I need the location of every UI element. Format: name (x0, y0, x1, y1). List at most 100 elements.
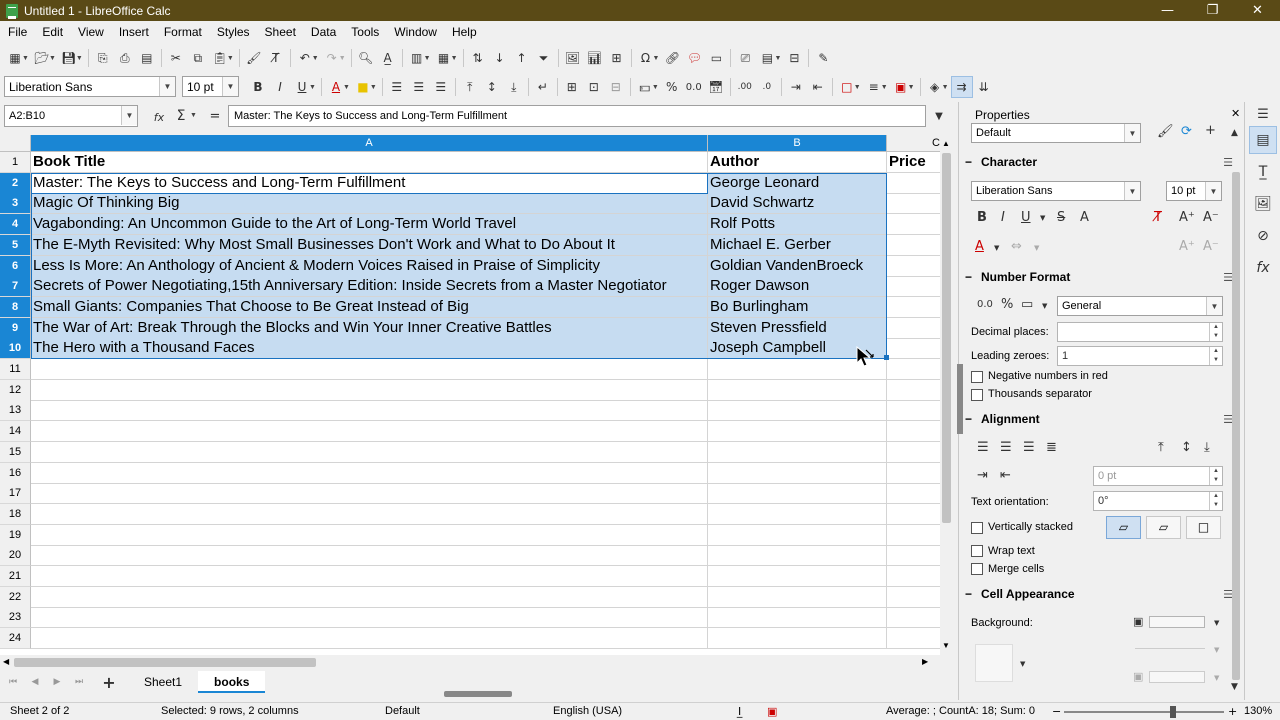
cell[interactable]: David Schwartz (708, 193, 887, 214)
vertical-scroll-thumb[interactable] (942, 153, 951, 523)
rotation-cell-button[interactable]: □ (1186, 516, 1221, 539)
indent-field[interactable]: 0 pt ▲ ▼ (1093, 466, 1223, 486)
cell[interactable] (887, 400, 940, 421)
scroll-up-icon[interactable]: ▲ (942, 139, 950, 148)
clear-formatting-icon[interactable]: T̸ (265, 47, 287, 69)
row-header[interactable]: 20 (0, 545, 31, 566)
column-header-c[interactable]: C (887, 135, 940, 152)
cell[interactable] (887, 607, 940, 628)
cell[interactable]: Rolf Potts (708, 214, 887, 235)
chevron-down-icon[interactable]: ▼ (309, 84, 316, 91)
cell[interactable] (887, 173, 940, 194)
chevron-down-icon[interactable]: ▼ (1205, 182, 1221, 200)
cell[interactable] (31, 628, 708, 649)
background-color-swatch[interactable] (1149, 616, 1205, 628)
spin-buttons[interactable]: ▲ ▼ (1209, 347, 1222, 365)
row-header[interactable]: 13 (0, 400, 31, 421)
copy-icon[interactable]: ⧉ (187, 47, 209, 69)
new-style-icon[interactable]: + (1205, 123, 1216, 138)
cell[interactable]: Vagabonding: An Uncommon Guide to the Ar… (31, 214, 708, 235)
percent-format-icon[interactable]: % (661, 76, 683, 98)
row-header[interactable]: 23 (0, 607, 31, 628)
cell[interactable] (31, 607, 708, 628)
menu-sheet[interactable]: Sheet (257, 21, 303, 43)
cell[interactable] (708, 545, 887, 566)
align-bottom-icon[interactable]: ⤓ (503, 76, 525, 98)
header-cell[interactable]: Author (708, 152, 887, 173)
chevron-down-icon[interactable]: ▼ (653, 55, 660, 62)
increase-font-size-icon[interactable]: A⁺ (1179, 210, 1195, 225)
navigator-tab-icon[interactable]: ⊘ (1249, 222, 1277, 250)
cell[interactable] (887, 297, 940, 318)
update-style-icon[interactable]: ⟳ (1181, 124, 1192, 139)
rotation-bottom-button[interactable]: ▱ (1106, 516, 1141, 539)
cell[interactable] (887, 318, 940, 339)
cell[interactable]: The Hero with a Thousand Faces (31, 338, 708, 359)
next-sheet-icon[interactable]: ▶ (46, 671, 68, 693)
cell[interactable] (887, 276, 940, 297)
sum-icon[interactable]: Σ (170, 105, 192, 127)
print-icon[interactable]: ⎙ (114, 47, 136, 69)
delete-decimal-icon[interactable]: .0 (756, 76, 778, 98)
chevron-down-icon[interactable]: ▼ (49, 55, 56, 62)
cell[interactable] (31, 504, 708, 525)
merge-center-icon[interactable]: ⊞ (561, 76, 583, 98)
sidebar-scroll-thumb[interactable] (1232, 172, 1240, 680)
close-sidebar-icon[interactable]: ✕ (1231, 107, 1240, 120)
row-header[interactable]: 21 (0, 566, 31, 587)
cell[interactable] (708, 400, 887, 421)
cell-appearance-section[interactable]: − Cell Appearance ☰ (965, 584, 1233, 604)
chevron-down-icon[interactable]: ▼ (1206, 297, 1222, 315)
rotation-top-button[interactable]: ▱ (1146, 516, 1181, 539)
chevron-down-icon[interactable]: ▼ (1214, 619, 1219, 627)
last-sheet-icon[interactable]: ⏭ (68, 671, 90, 693)
formula-icon[interactable]: = (204, 105, 226, 127)
split-window-icon[interactable]: ⊟ (783, 47, 805, 69)
cell[interactable] (887, 442, 940, 463)
chevron-down-icon[interactable]: ▼ (881, 84, 888, 91)
zoom-in-icon[interactable]: + (1228, 705, 1237, 718)
tab-scroll-handle[interactable] (444, 691, 512, 697)
cell[interactable]: Master: The Keys to Success and Long-Ter… (31, 173, 708, 194)
chevron-down-icon[interactable]: ▼ (339, 55, 346, 62)
chevron-down-icon[interactable]: ▼ (1214, 674, 1219, 682)
cell[interactable]: Michael E. Gerber (708, 235, 887, 256)
cell[interactable] (31, 442, 708, 463)
sort-icon[interactable]: ⇅ (467, 47, 489, 69)
row-header[interactable]: 24 (0, 628, 31, 649)
row-header[interactable]: 16 (0, 463, 31, 484)
italic-icon[interactable]: I (1001, 210, 1005, 225)
spreadsheet-grid[interactable]: A B C 1 Book Title Author Price 2 Master: The… (0, 135, 940, 655)
cell[interactable]: Secrets of Power Negotiating,15th Annive… (31, 276, 708, 297)
previous-sheet-icon[interactable]: ◀ (24, 671, 46, 693)
cell[interactable] (31, 545, 708, 566)
chevron-down-icon[interactable]: ▼ (22, 55, 29, 62)
menu-help[interactable]: Help (444, 21, 484, 43)
cell[interactable] (887, 235, 940, 256)
tab-books[interactable]: books (198, 671, 266, 693)
decimal-places-field[interactable]: ▲ ▼ (1057, 322, 1223, 342)
thousands-separator-checkbox[interactable] (971, 389, 983, 401)
vertical-scrollbar[interactable]: ▲ ▼ (940, 135, 954, 655)
align-center-icon[interactable]: ☰ (408, 76, 430, 98)
row-header[interactable]: 2 (0, 173, 31, 194)
align-top-icon[interactable]: ⤒ (1158, 440, 1164, 455)
cell[interactable] (887, 380, 940, 401)
cell[interactable] (887, 421, 940, 442)
negative-red-checkbox[interactable] (971, 371, 983, 383)
cell[interactable]: Less Is More: An Anthology of Ancient & … (31, 256, 708, 277)
menu-edit[interactable]: Edit (34, 21, 70, 43)
font-name-box[interactable]: Liberation Sans ▼ (4, 76, 176, 97)
menu-insert[interactable]: Insert (111, 21, 156, 43)
menu-styles[interactable]: Styles (209, 21, 257, 43)
grow-icon[interactable]: A⁺ (1179, 239, 1195, 254)
scroll-left-icon[interactable]: ◀ (3, 657, 9, 666)
align-bottom-icon[interactable]: ⤓ (1204, 440, 1210, 455)
row-header[interactable]: 12 (0, 380, 31, 401)
row-header[interactable]: 1 (0, 152, 31, 173)
cell[interactable] (31, 587, 708, 608)
chevron-down-icon[interactable]: ▼ (424, 55, 431, 62)
row-header[interactable]: 5 (0, 235, 31, 256)
spin-buttons[interactable]: ▲ ▼ (1209, 492, 1222, 510)
strikethrough-icon[interactable]: S (1057, 210, 1065, 225)
